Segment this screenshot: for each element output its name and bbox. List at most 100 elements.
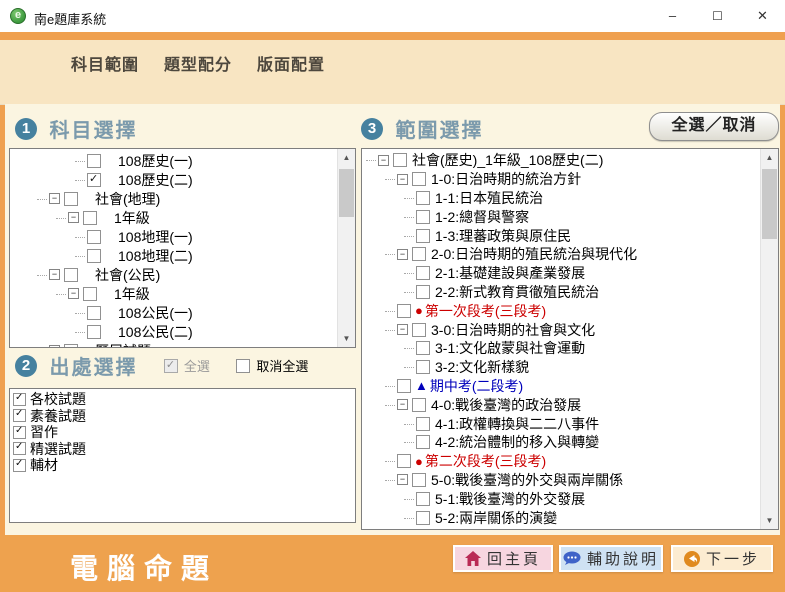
collapse-expander-icon[interactable]: − <box>397 324 408 335</box>
tree-item-label[interactable]: 1年級 <box>114 284 150 304</box>
checkbox-icon[interactable] <box>412 323 426 337</box>
tree-item-label[interactable]: 108地理(二) <box>118 246 193 266</box>
tree-row[interactable]: ●第一次段考(三段考) <box>362 301 761 320</box>
tree-row[interactable]: 108歷史(二) <box>10 170 338 189</box>
close-button[interactable]: ✕ <box>740 0 785 32</box>
tree-item-label[interactable]: 1年級 <box>114 208 150 228</box>
collapse-expander-icon[interactable]: − <box>397 249 408 260</box>
tree-row[interactable]: −社會(公民) <box>10 265 338 284</box>
checkbox-icon[interactable] <box>164 359 178 373</box>
tree-item-label[interactable]: 第二次段考(三段考) <box>425 451 546 471</box>
tree-row[interactable]: −4-0:戰後臺灣的政治發展 <box>362 395 761 414</box>
tree-row[interactable]: ●第二次段考(三段考) <box>362 452 761 471</box>
tree-row[interactable]: 1-3:理蕃政策與原住民 <box>362 226 761 245</box>
checkbox-icon[interactable] <box>83 287 97 301</box>
tree-item-label[interactable]: 社會(歷史)_1年級_108歷史(二) <box>412 151 603 170</box>
checkbox-icon[interactable] <box>416 210 430 224</box>
tree-item-label[interactable]: 5-2:兩岸關係的演變 <box>435 508 557 528</box>
scroll-up-icon[interactable]: ▲ <box>338 149 355 166</box>
collapse-expander-icon[interactable]: − <box>68 288 79 299</box>
checkbox-icon[interactable] <box>416 191 430 205</box>
home-button[interactable]: 回主頁 <box>453 545 553 572</box>
checkbox-icon[interactable] <box>412 247 426 261</box>
collapse-expander-icon[interactable]: − <box>378 155 389 166</box>
collapse-expander-icon[interactable]: − <box>68 212 79 223</box>
collapse-expander-icon[interactable]: − <box>397 399 408 410</box>
checkbox-icon[interactable] <box>87 306 101 320</box>
tree-row[interactable]: −2-0:日治時期的殖民統治與現代化 <box>362 245 761 264</box>
checkbox-icon[interactable] <box>416 511 430 525</box>
collapse-expander-icon[interactable]: − <box>397 174 408 185</box>
tree-item-label[interactable]: 108公民(二) <box>118 322 193 342</box>
deselect-all-checkbox[interactable]: 取消全選 <box>236 356 308 375</box>
checkbox-icon[interactable] <box>236 359 250 373</box>
tree-item-label[interactable]: 3-0:日治時期的社會與文化 <box>431 320 595 340</box>
source-list-item[interactable]: 輔材 <box>10 457 355 474</box>
tree-row[interactable]: 4-2:統治體制的移入與轉變 <box>362 433 761 452</box>
tree-item-label[interactable]: 4-2:統治體制的移入與轉變 <box>435 432 599 452</box>
checkbox-icon[interactable] <box>416 435 430 449</box>
scrollbar-thumb[interactable] <box>762 169 777 239</box>
scroll-down-icon[interactable]: ▼ <box>761 512 778 529</box>
tree-item-label[interactable]: 歷屆試題 <box>95 341 151 348</box>
tree-row[interactable]: −5-0:戰後臺灣的外交與兩岸關係 <box>362 471 761 490</box>
source-list-item[interactable]: 精選試題 <box>10 441 355 458</box>
tree-row[interactable]: 3-2:文化新樣貌 <box>362 358 761 377</box>
checkbox-icon[interactable] <box>416 492 430 506</box>
select-all-toggle-button[interactable]: 全選／取消 <box>649 112 779 141</box>
checkbox-icon[interactable] <box>397 304 411 318</box>
tree-row[interactable]: − 3-0:日治時期的社會與文化 <box>362 320 761 339</box>
tree-row[interactable]: 2-1:基礎建設與產業發展 <box>362 264 761 283</box>
checkbox-icon[interactable] <box>13 393 26 406</box>
tree-row[interactable]: 108公民(二) <box>10 322 338 341</box>
checkbox-icon[interactable] <box>13 442 26 455</box>
tree-item-label[interactable]: 108地理(一) <box>118 227 193 247</box>
tree-row[interactable]: 4-1:政權轉換與二二八事件 <box>362 414 761 433</box>
checkbox-icon[interactable] <box>416 229 430 243</box>
next-step-button[interactable]: 下一步 <box>671 545 773 572</box>
tree-item-label[interactable]: 1-1:日本殖民統治 <box>435 188 543 208</box>
tree-item-label[interactable]: 1-0:日治時期的統治方針 <box>431 169 581 189</box>
collapse-expander-icon[interactable]: − <box>49 269 60 280</box>
checkbox-icon[interactable] <box>87 173 101 187</box>
checkbox-icon[interactable] <box>64 192 78 206</box>
tree-row[interactable]: 3-1:文化啟蒙與社會運動 <box>362 339 761 358</box>
maximize-button[interactable]: ☐ <box>695 0 740 32</box>
checkbox-icon[interactable] <box>416 360 430 374</box>
tree-item-label[interactable]: 2-2:新式教育貫徹殖民統治 <box>435 282 599 302</box>
source-list-item[interactable]: 素養試題 <box>10 408 355 425</box>
checkbox-icon[interactable] <box>13 459 26 472</box>
tree-item-label[interactable]: 108歷史(二) <box>118 170 193 190</box>
select-all-checkbox[interactable]: 全選 <box>164 356 210 375</box>
source-item-label[interactable]: 輔材 <box>30 455 58 475</box>
minimize-button[interactable]: – <box>650 0 695 32</box>
tree-row[interactable]: − 1年級 <box>10 208 338 227</box>
checkbox-icon[interactable] <box>412 398 426 412</box>
scroll-down-icon[interactable]: ▼ <box>338 330 355 347</box>
checkbox-icon[interactable] <box>13 409 26 422</box>
tree-item-label[interactable]: 第一次段考(三段考) <box>425 301 546 321</box>
tree-row[interactable]: 108歷史(一) <box>10 151 338 170</box>
checkbox-icon[interactable] <box>393 153 407 167</box>
checkbox-icon[interactable] <box>416 266 430 280</box>
tree-row[interactable]: −歷屆試題 <box>10 341 338 347</box>
subject-scrollbar[interactable]: ▲ ▼ <box>337 149 355 347</box>
tree-row[interactable]: ▲期中考(二段考) <box>362 377 761 396</box>
tree-item-label[interactable]: 5-1:戰後臺灣的外交發展 <box>435 489 585 509</box>
tree-row[interactable]: − 社會(歷史)_1年級_108歷史(二) <box>362 151 761 170</box>
tree-item-label[interactable]: 期中考(二段考) <box>430 376 523 396</box>
checkbox-icon[interactable] <box>13 426 26 439</box>
scope-scrollbar[interactable]: ▲ ▼ <box>760 149 778 529</box>
checkbox-icon[interactable] <box>416 285 430 299</box>
tree-row[interactable]: −社會(地理) <box>10 189 338 208</box>
tree-item-label[interactable]: 5-0:戰後臺灣的外交與兩岸關係 <box>431 470 623 490</box>
checkbox-icon[interactable] <box>412 473 426 487</box>
scrollbar-thumb[interactable] <box>339 169 354 217</box>
tree-row[interactable]: 2-2:新式教育貫徹殖民統治 <box>362 283 761 302</box>
checkbox-icon[interactable] <box>87 249 101 263</box>
tree-item-label[interactable]: 1-2:總督與警察 <box>435 207 529 227</box>
tree-row[interactable]: − 1-0:日治時期的統治方針 <box>362 170 761 189</box>
tree-item-label[interactable]: 1-3:理蕃政策與原住民 <box>435 226 571 246</box>
tree-item-label[interactable]: 108歷史(一) <box>118 151 193 171</box>
tree-item-label[interactable]: 4-1:政權轉換與二二八事件 <box>435 414 599 434</box>
